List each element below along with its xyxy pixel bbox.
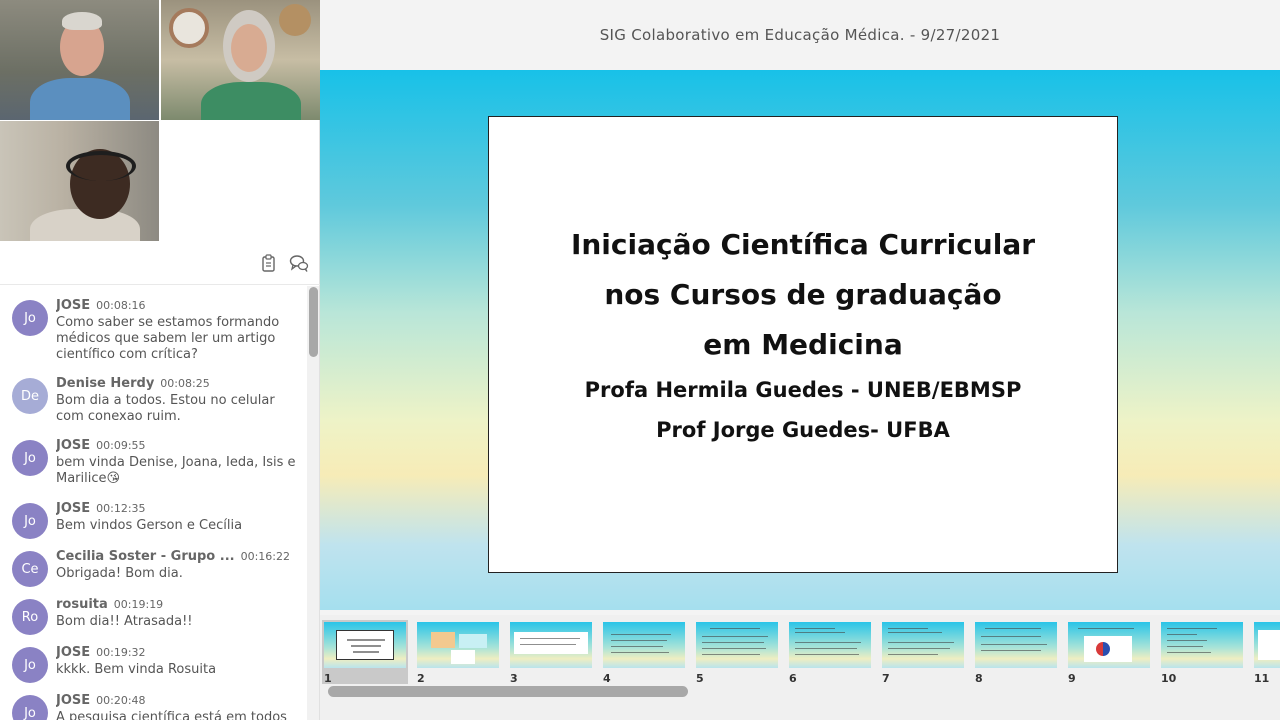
current-slide: Iniciação Científica Curricular nos Curs… [488,116,1118,573]
slide-thumbnail[interactable]: 7 [880,620,966,685]
presentation-panel: SIG Colaborativo em Educação Médica. - 9… [320,0,1280,720]
slide-thumbnail[interactable]: 6 [787,620,873,685]
clipboard-icon[interactable] [259,253,279,273]
sender-name: JOSE [56,645,91,660]
message-time: 00:16:22 [240,550,290,563]
chat-message: Jo JOSE 00:19:32 kkkk. Bem vinda Rosuita [0,645,226,683]
slide-thumbnail-strip: 1 2 3 4 5 6 7 8 9 10 11 [320,615,1280,720]
avatar: Jo [12,695,48,720]
avatar: De [12,378,48,414]
slide-author-2: Prof Jorge Guedes- UFBA [656,418,950,442]
avatar: Jo [12,647,48,683]
chat-toolbar [0,241,320,285]
avatar: Jo [12,503,48,539]
message-text: Bom dia a todos. Estou no celular com co… [56,393,275,424]
chat-message: Ce Cecilia Soster - Grupo ... 00:16:22 Ob… [0,549,300,587]
slide-author-1: Profa Hermila Guedes - UNEB/EBMSP [584,378,1022,402]
slide-thumbnail[interactable]: 8 [973,620,1059,685]
chat-scrollbar-thumb[interactable] [309,287,318,357]
participant-video-1[interactable] [0,0,159,120]
message-text: Bom dia!! Atrasada!! [56,614,193,629]
chat-message: Jo JOSE 00:12:35 Bem vindos Gerson e Cecí… [0,501,252,539]
slide-stage: Iniciação Científica Curricular nos Curs… [320,70,1280,610]
presentation-title: SIG Colaborativo em Educação Médica. - 9… [320,0,1280,70]
message-text: Obrigada! Bom dia. [56,566,183,581]
avatar: Jo [12,300,48,336]
message-time: 00:19:32 [96,646,146,659]
sender-name: JOSE [56,438,91,453]
slide-thumbnail[interactable]: 5 [694,620,780,685]
avatar: Ce [12,551,48,587]
slide-number: 11 [1254,672,1270,684]
chat-message: De Denise Herdy 00:08:25 Bom dia a todos.… [0,376,306,425]
slide-thumbnail[interactable]: 9 [1066,620,1152,685]
avatar: Jo [12,440,48,476]
message-time: 00:19:19 [113,598,164,611]
avatar: Ro [12,599,48,635]
slide-thumbnail[interactable]: 2 [415,620,501,685]
slide-title-line-1: Iniciação Científica Curricular [570,228,1036,261]
chat-message-list[interactable]: Jo JOSE 00:08:16 Como saber se estamos fo… [0,290,306,720]
sender-name: JOSE [56,501,91,516]
message-text: Como saber se estamos formando médicos q… [56,315,280,362]
message-time: 00:08:16 [96,299,146,312]
sender-name: rosuita [56,597,108,612]
chat-message: Jo JOSE 00:20:48 A pesquisa científica es… [0,693,297,720]
sender-name: JOSE [56,298,91,313]
sender-name: JOSE [56,693,91,708]
chat-message: Ro rosuita 00:19:19 Bom dia!! Atrasada!! [0,597,203,635]
slide-thumbnail[interactable]: 4 [601,620,687,685]
chat-message: Jo JOSE 00:09:55 bem vinda Denise, Joana,… [0,438,306,487]
message-text: Bem vindos Gerson e Cecília [56,518,243,533]
slide-title-line-3: em Medicina [703,328,903,361]
chat-bubbles-icon[interactable] [289,253,309,273]
app-window: Jo JOSE 00:08:16 Como saber se estamos fo… [0,0,1280,720]
message-time: 00:12:35 [96,502,146,515]
message-text: A pesquisa científica está em todos [56,710,287,720]
sender-name: Cecilia Soster - Grupo ... [56,549,235,564]
thumbnail-scrollbar-thumb[interactable] [328,686,688,697]
participant-video-2[interactable] [161,0,320,120]
message-text: bem vinda Denise, Joana, Ieda, Isis e Ma… [56,455,296,486]
message-time: 00:09:55 [96,439,146,452]
sender-name: Denise Herdy [56,376,155,391]
message-text: kkkk. Bem vinda Rosuita [56,662,217,677]
participant-video-3[interactable] [0,121,159,241]
slide-title-line-2: nos Cursos de graduação [604,278,1002,311]
slide-thumbnail[interactable]: 3 [508,620,594,685]
slide-thumbnail[interactable]: 10 [1159,620,1245,685]
left-panel: Jo JOSE 00:08:16 Como saber se estamos fo… [0,0,320,720]
slide-thumbnail[interactable]: 1 [322,620,408,685]
message-time: 00:08:25 [160,377,210,390]
message-time: 00:20:48 [96,694,146,707]
slide-thumbnail[interactable]: 11 [1252,620,1280,684]
chat-message: Jo JOSE 00:08:16 Como saber se estamos fo… [0,298,306,363]
